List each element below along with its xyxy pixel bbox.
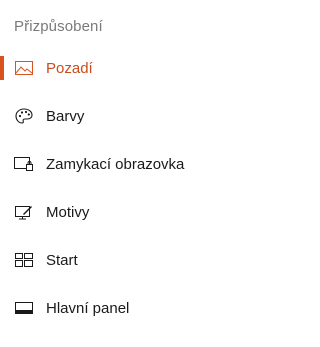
nav-item-taskbar[interactable]: Hlavní panel [0,284,319,332]
nav-item-label: Zamykací obrazovka [46,155,185,173]
picture-icon [14,58,34,78]
nav-item-colors[interactable]: Barvy [0,92,319,140]
nav-item-label: Start [46,251,78,269]
nav-item-label: Motivy [46,203,90,221]
nav-item-start[interactable]: Start [0,236,319,284]
themes-icon [14,202,34,222]
taskbar-icon [14,298,34,318]
nav-item-background[interactable]: Pozadí [0,44,319,92]
lock-screen-icon [14,154,34,174]
active-indicator [0,56,4,80]
personalization-nav-panel: Přizpůsobení Pozadí Barvy Zamykací obraz… [0,0,319,347]
nav-item-label: Pozadí [46,59,93,77]
section-title: Přizpůsobení [14,18,103,35]
nav-item-lock-screen[interactable]: Zamykací obrazovka [0,140,319,188]
nav-list: Pozadí Barvy Zamykací obrazovka Motivy S… [0,44,319,332]
nav-item-label: Barvy [46,107,85,125]
nav-item-themes[interactable]: Motivy [0,188,319,236]
nav-item-label: Hlavní panel [46,299,130,317]
start-icon [14,250,34,270]
palette-icon [14,106,34,126]
